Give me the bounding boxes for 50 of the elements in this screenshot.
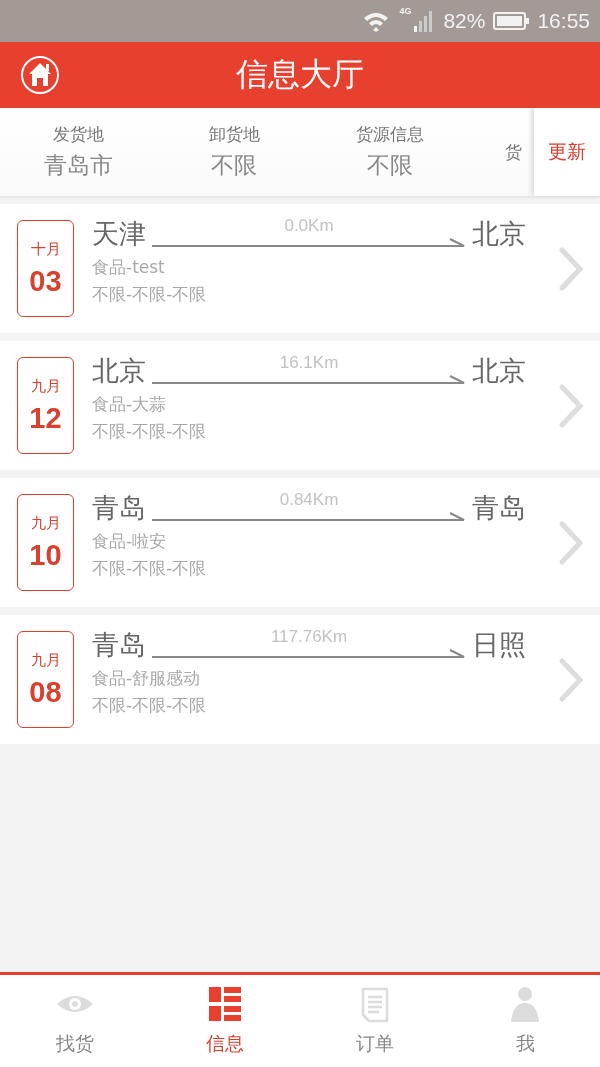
distance-label: 0.84Km bbox=[279, 490, 339, 510]
distance-label: 16.1Km bbox=[279, 353, 339, 373]
day-number: 12 bbox=[29, 401, 62, 435]
nav-tab[interactable]: 我 bbox=[450, 975, 600, 1067]
listing-card[interactable]: 九月 12 北京 16.1Km 北京 食品-大蒜 不限-不限-不限 bbox=[0, 341, 600, 470]
vehicle-specs: 不限-不限-不限 bbox=[92, 420, 208, 443]
nav-tab[interactable]: 订单 bbox=[300, 975, 450, 1067]
filter-label[interactable]: 卸货地 bbox=[208, 123, 260, 146]
month-label: 九月 bbox=[30, 376, 61, 396]
month-label: 九月 bbox=[30, 650, 61, 670]
filter-value[interactable]: 青岛市 bbox=[43, 150, 113, 181]
vehicle-specs: 不限-不限-不限 bbox=[92, 694, 208, 717]
day-number: 03 bbox=[29, 264, 62, 298]
destination-city: 北京 bbox=[472, 354, 526, 388]
filter-label[interactable]: 货 bbox=[505, 140, 522, 164]
month-label: 十月 bbox=[30, 239, 61, 259]
cargo-label: 食品-舒服感动 bbox=[92, 667, 202, 690]
vehicle-specs: 不限-不限-不限 bbox=[92, 557, 208, 580]
origin-city: 北京 bbox=[92, 354, 146, 388]
cargo-label: 食品-大蒜 bbox=[92, 393, 168, 416]
nav-tab[interactable]: 信息 bbox=[150, 975, 300, 1067]
battery-percent: 82% bbox=[443, 9, 486, 33]
battery-icon bbox=[493, 11, 530, 31]
listing-card[interactable]: 九月 10 青岛 0.84Km 青岛 食品-啦安 不限-不限-不限 bbox=[0, 478, 600, 607]
filter-value[interactable]: 不限 bbox=[211, 150, 257, 181]
origin-city: 青岛 bbox=[92, 628, 146, 662]
page-title: 信息大厅 bbox=[236, 54, 364, 95]
origin-city: 天津 bbox=[92, 217, 146, 251]
network-label: 4G bbox=[399, 6, 412, 16]
destination-city: 北京 bbox=[472, 217, 526, 251]
filter-label[interactable]: 发货地 bbox=[52, 123, 104, 146]
destination-city: 日照 bbox=[472, 628, 526, 662]
destination-city: 青岛 bbox=[472, 491, 526, 525]
distance-label: 0.0Km bbox=[284, 216, 334, 236]
origin-city: 青岛 bbox=[92, 491, 146, 525]
home-icon[interactable] bbox=[20, 55, 60, 95]
day-number: 10 bbox=[29, 538, 62, 572]
cargo-label: 食品-test bbox=[92, 256, 166, 279]
nav-tab[interactable]: 找货 bbox=[0, 975, 150, 1067]
day-number: 08 bbox=[29, 675, 62, 709]
listing-card[interactable]: 十月 03 天津 0.0Km 北京 食品-test 不限-不限-不限 bbox=[0, 204, 600, 333]
vehicle-specs: 不限-不限-不限 bbox=[92, 283, 208, 306]
cargo-label: 食品-啦安 bbox=[92, 530, 168, 553]
filter-value[interactable]: 不限 bbox=[367, 150, 413, 181]
listing-card[interactable]: 九月 08 青岛 117.76Km 日照 食品-舒服感动 不限-不限-不限 bbox=[0, 615, 600, 744]
filter-label[interactable]: 货源信息 bbox=[356, 123, 424, 146]
month-label: 九月 bbox=[30, 513, 61, 533]
chevron-right-icon bbox=[556, 245, 586, 292]
distance-label: 117.76Km bbox=[270, 627, 348, 647]
clock: 16:55 bbox=[537, 9, 590, 33]
